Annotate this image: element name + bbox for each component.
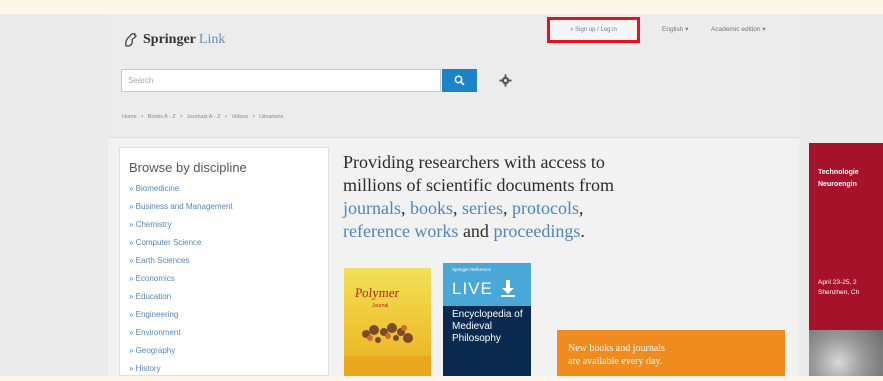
new-books-promo[interactable]: New books and journals are available eve… [557,330,785,376]
book-live-label: LIVE [452,279,493,298]
breadcrumb: Home • Books A - Z • Journals A - Z • Vi… [122,114,286,120]
gear-icon[interactable] [499,74,512,87]
breadcrumb-librarians[interactable]: Librarians [259,114,283,120]
discipline-link-economics[interactable]: » Economics [129,270,233,288]
discipline-link-business[interactable]: » Business and Management [129,198,233,216]
book-title-polymer: Polymer [354,285,400,300]
ad-title: Technologie Neuroengin [818,167,859,191]
headline-line2: millions of scientific documents from [343,175,614,195]
ad-date-line2: Shenzhen, Ch [818,289,860,296]
edition-dropdown[interactable]: Academic edition ▾ [711,25,766,33]
breadcrumb-journals[interactable]: Journals A - Z [187,114,221,120]
headline-separator: , [401,198,410,218]
headline-period: . [580,221,585,241]
discipline-link-chemistry[interactable]: » Chemistry [129,216,233,234]
discipline-link-history[interactable]: » History [129,360,233,378]
ad-title-line1: Technologie [818,169,859,176]
book-subtitle-journal: Journal [372,303,389,309]
headline-and: and [458,221,494,241]
link-books[interactable]: books [410,198,453,218]
discipline-link-geography[interactable]: » Geography [129,342,233,360]
springerlink-logo[interactable]: Springer Link [123,28,225,52]
book-brand-label: Springer Reference [452,267,492,272]
logo-link-text: Link [198,32,226,47]
download-icon [501,280,515,297]
springer-horse-icon [125,32,138,47]
discipline-list: » Biomedicine » Business and Management … [129,180,233,378]
book-title-encyclopedia: Encyclopedia of Medieval Philosophy [452,309,523,344]
headline-separator: , [579,198,584,218]
breadcrumb-separator: • [141,114,144,120]
discipline-link-education[interactable]: » Education [129,288,233,306]
discipline-link-earth-sciences[interactable]: » Earth Sciences [129,252,233,270]
ad-title-line2: Neuroengin [818,181,857,188]
link-protocols[interactable]: protocols [512,198,579,218]
discipline-link-computer-science[interactable]: » Computer Science [129,234,233,252]
breadcrumb-separator: • [180,114,183,120]
link-reference-works[interactable]: reference works [343,221,458,241]
browse-title: Browse by discipline [129,160,247,175]
logo-springer-text: Springer [143,32,196,47]
discipline-link-engineering[interactable]: » Engineering [129,306,233,324]
discipline-link-environment[interactable]: » Environment [129,324,233,342]
search-button[interactable] [442,69,477,92]
breadcrumb-home[interactable]: Home [122,114,137,120]
ad-date-line1: April 23-25, 2 [818,279,857,286]
breadcrumb-books[interactable]: Books A - Z [148,114,176,120]
discipline-link-biomedicine[interactable]: » Biomedicine [129,180,233,198]
promo-line2: are available every day. [568,356,663,367]
headline-separator: , [453,198,463,218]
link-series[interactable]: series [462,198,503,218]
promo-line1: New books and journals [568,343,665,354]
ad-image [809,330,883,376]
language-dropdown[interactable]: English ▾ [662,25,688,33]
breadcrumb-separator: • [224,114,227,120]
link-proceedings[interactable]: proceedings [493,221,580,241]
search-input[interactable] [121,69,441,92]
headline-separator: , [503,198,512,218]
signup-login-link[interactable]: » Sign up / Log in [547,17,640,43]
breadcrumb-separator: • [252,114,255,120]
ad-date: April 23-25, 2 Shenzhen, Ch [818,278,859,298]
search-icon [454,75,465,86]
link-journals[interactable]: journals [343,198,401,218]
headline-line1: Providing researchers with access to [343,152,605,172]
headline: Providing researchers with access to mil… [343,151,763,243]
breadcrumb-videos[interactable]: Videos [231,114,248,120]
